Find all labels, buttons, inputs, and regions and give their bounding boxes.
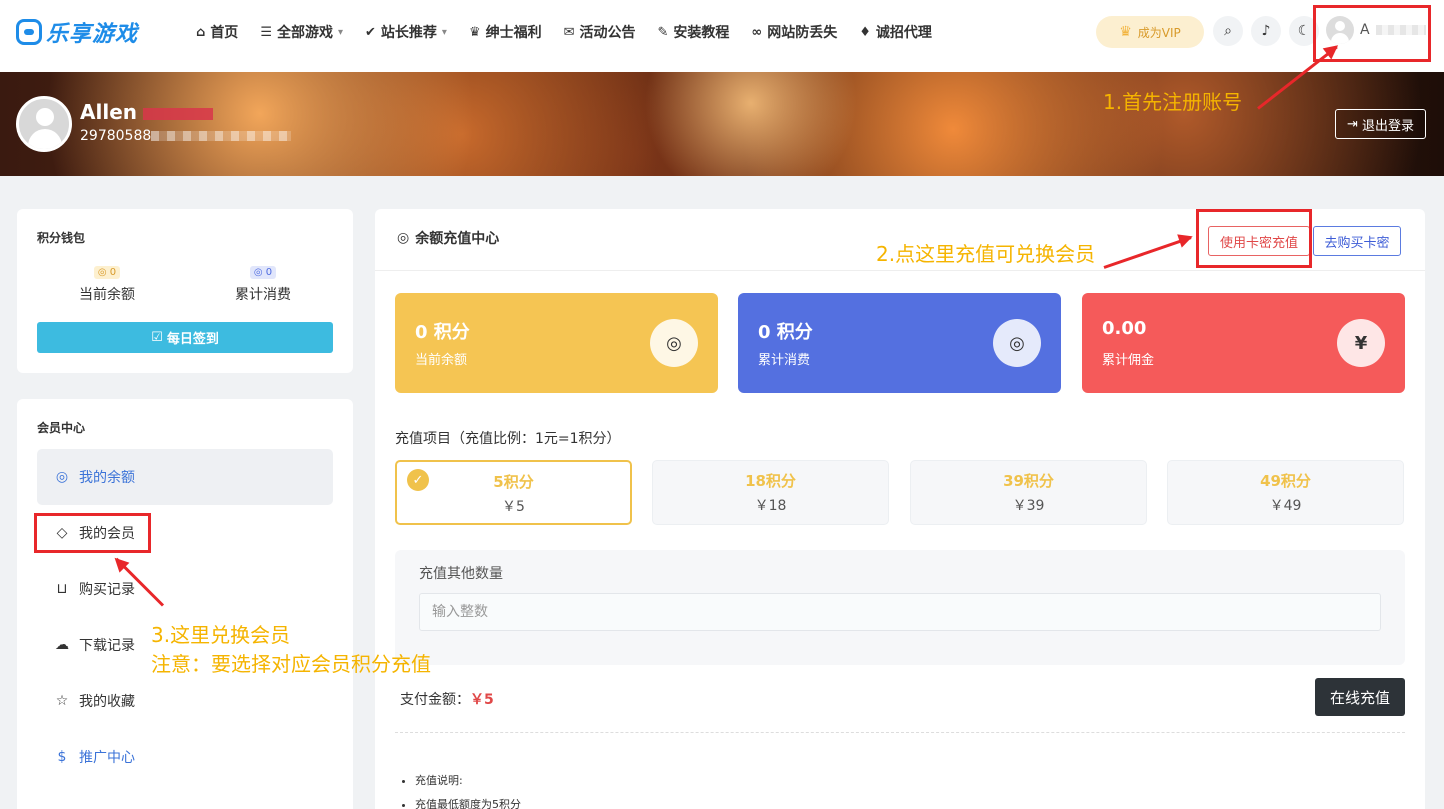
buy-card-button[interactable]: 去购买卡密 (1313, 226, 1401, 256)
online-recharge-button[interactable]: 在线充值 (1315, 678, 1405, 716)
chevron-down-icon: ▾ (441, 26, 447, 38)
home-icon: ⌂ (196, 24, 206, 40)
annotation-step-2: 2.点这里充值可兑换会员 (876, 242, 1096, 266)
recharge-project-label: 充值项目（充值比例：1元=1积分） (395, 431, 621, 447)
logo-text: 乐享游戏 (46, 22, 139, 47)
annotation-step-1: 1.首先注册账号 (1103, 90, 1243, 114)
star-icon: ☆ (55, 693, 69, 709)
member-center-card: 会员中心 ◎ 我的余额 ◇ 我的会员 ⊔ 购买记录 ☁ 下载记录 ☆ 我的收藏 $ 推广中心 (17, 399, 353, 809)
custom-amount-input[interactable] (419, 593, 1381, 631)
search-icon: ⌕ (1224, 23, 1232, 39)
package-option-5[interactable]: ✓ 5积分 ￥5 (395, 460, 632, 525)
coins-icon: ◎ (993, 319, 1041, 367)
pay-amount-value: ￥5 (470, 692, 494, 708)
recharge-center-title: ◎ 余额充值中心 (397, 230, 500, 247)
note-item: 充值最低额度为5积分 (415, 793, 521, 809)
diamond-icon: ♦ (859, 24, 871, 40)
nav-item-gentleman[interactable]: ♛ 绅士福利 (469, 22, 542, 42)
cloud-download-icon: ☁ (55, 637, 69, 653)
nav-item-agents[interactable]: ♦ 诚招代理 (859, 22, 932, 42)
gamepad-icon (16, 19, 42, 45)
nav-item-home[interactable]: ⌂ 首页 (196, 22, 238, 42)
coins-icon: ◎ (397, 230, 410, 246)
recharge-center-card: ◎ 余额充值中心 使用卡密充值 去购买卡密 0 积分 当前余额 ◎ 0 积分 累… (375, 209, 1425, 809)
wallet-title: 积分钱包 (37, 231, 86, 245)
annotation-box-card-recharge (1196, 209, 1312, 268)
search-button[interactable]: ⌕ (1213, 16, 1243, 46)
profile-email: 29780588 (80, 128, 292, 144)
recharge-notes: 充值说明: 充值最低额度为5积分 (415, 769, 521, 809)
sidebar-item-purchases[interactable]: ⊔ 购买记录 (37, 561, 333, 617)
main-nav: ⌂ 首页 ☰ 全部游戏 ▾ ✔ 站长推荐 ▾ ♛ 绅士福利 ✉ 活动公告 ✎ 安装教程 ∞ 网站防… (196, 22, 932, 42)
custom-amount-label: 充值其他数量 (419, 566, 503, 582)
puzzle-icon: ✎ (657, 24, 669, 40)
annotation-box-membership (34, 513, 151, 553)
pay-amount: 支付金额：￥5 (400, 692, 494, 708)
dashed-divider (395, 732, 1405, 733)
yen-icon: ¥ (1337, 319, 1385, 367)
divider (375, 270, 1425, 271)
nav-item-announcements[interactable]: ✉ 活动公告 (564, 22, 636, 42)
package-option-39[interactable]: 39积分 ￥39 (910, 460, 1147, 525)
coins-icon: ◎ 0 (93, 266, 121, 279)
link-icon: ∞ (751, 24, 763, 40)
stat-card-commission: 0.00 累计佣金 ¥ (1082, 293, 1405, 393)
annotation-step-3: 3.这里兑换会员 (151, 623, 291, 647)
custom-amount-panel: 充值其他数量 (395, 550, 1405, 665)
thumbs-up-icon: ✔ (365, 24, 376, 40)
nav-item-all-games[interactable]: ☰ 全部游戏 ▾ (260, 22, 343, 42)
redacted-name (143, 107, 213, 120)
daily-checkin-button[interactable]: ☑ 每日签到 (37, 322, 333, 353)
site-logo[interactable]: 乐享游戏 (16, 16, 138, 48)
sign-out-icon: ⇥ (1347, 116, 1358, 132)
megaphone-icon: ✉ (563, 24, 575, 40)
crown-icon: ♛ (468, 24, 481, 40)
member-center-title: 会员中心 (37, 421, 86, 435)
top-navbar: 乐享游戏 ⌂ 首页 ☰ 全部游戏 ▾ ✔ 站长推荐 ▾ ♛ 绅士福利 ✉ 活动公告 ✎ 安装教程… (0, 0, 1444, 72)
coins-icon: ◎ (650, 319, 698, 367)
note-item: 充值说明: (415, 769, 521, 793)
bell-icon: ♪ (1261, 23, 1271, 39)
wallet-balance: ◎ 0 当前余额 (79, 266, 135, 303)
nav-item-install-guide[interactable]: ✎ 安装教程 (658, 22, 730, 42)
nav-item-anti-loss[interactable]: ∞ 网站防丢失 (751, 22, 837, 42)
nav-item-recommend[interactable]: ✔ 站长推荐 ▾ (365, 22, 447, 42)
logout-button[interactable]: ⇥ 退出登录 (1335, 109, 1426, 139)
package-option-18[interactable]: 18积分 ￥18 (652, 460, 889, 525)
sidebar-item-promotion[interactable]: $ 推广中心 (37, 729, 333, 785)
stat-card-spent: 0 积分 累计消费 ◎ (738, 293, 1061, 393)
profile-avatar (16, 96, 72, 152)
basket-icon: ⊔ (56, 581, 68, 597)
stat-card-balance: 0 积分 当前余额 ◎ (395, 293, 718, 393)
redacted-email (151, 131, 292, 141)
profile-name: Allen (80, 100, 213, 124)
become-vip-button[interactable]: ♛ 成为VIP (1096, 16, 1204, 48)
sidebar-item-balance[interactable]: ◎ 我的余额 (37, 449, 333, 505)
package-option-49[interactable]: 49积分 ￥49 (1167, 460, 1404, 525)
check-circle-icon: ✓ (407, 469, 429, 491)
moon-icon: ☾ (1297, 23, 1311, 39)
points-wallet-card: 积分钱包 ◎ 0 当前余额 ◎ 0 累计消费 ☑ 每日签到 (17, 209, 353, 373)
check-square-icon: ☑ (151, 330, 163, 345)
annotation-step-3-note: 注意：要选择对应会员积分充值 (151, 652, 431, 676)
coins-icon: ◎ (55, 469, 69, 485)
wallet-spent: ◎ 0 累计消费 (235, 266, 291, 303)
hand-dollar-icon: $ (57, 749, 67, 765)
coins-icon: ◎ 0 (249, 266, 277, 279)
notifications-button[interactable]: ♪ (1251, 16, 1281, 46)
sidebar-item-favorites[interactable]: ☆ 我的收藏 (37, 673, 333, 729)
chevron-down-icon: ▾ (337, 26, 343, 38)
list-icon: ☰ (260, 24, 272, 40)
vip-crown-icon: ♛ (1119, 24, 1132, 40)
